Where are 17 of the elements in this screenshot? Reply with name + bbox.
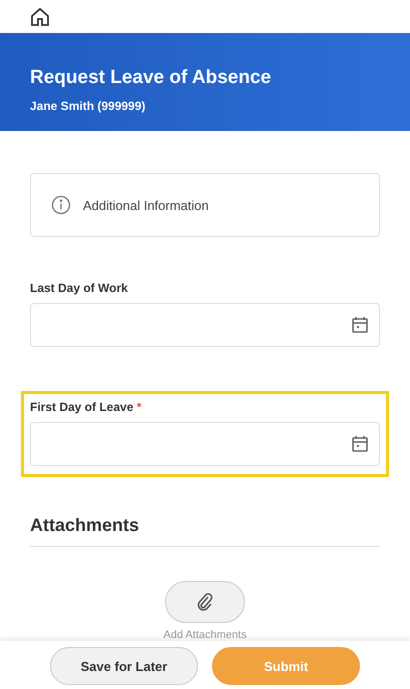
attach-button[interactable]	[165, 581, 245, 623]
date-input[interactable]	[30, 422, 380, 466]
field-label: Last Day of Work	[30, 281, 129, 295]
page-title: Request Leave of Absence	[30, 67, 272, 89]
field-label: First Day of Leave *	[30, 400, 142, 414]
paperclip-icon	[195, 592, 215, 612]
section-heading: Attachments	[30, 515, 380, 547]
info-card[interactable]: Additional Information	[30, 173, 380, 237]
save-button[interactable]: Save for Later	[50, 647, 198, 685]
home-icon[interactable]	[30, 6, 50, 26]
date-input[interactable]	[30, 303, 380, 347]
info-text: Additional Information	[83, 198, 209, 212]
calendar-icon[interactable]	[351, 316, 369, 334]
info-icon	[51, 195, 71, 215]
calendar-icon[interactable]	[351, 435, 369, 453]
employee-name: Jane Smith (999999)	[30, 99, 146, 113]
attach-label: Add Attachments	[163, 629, 247, 641]
